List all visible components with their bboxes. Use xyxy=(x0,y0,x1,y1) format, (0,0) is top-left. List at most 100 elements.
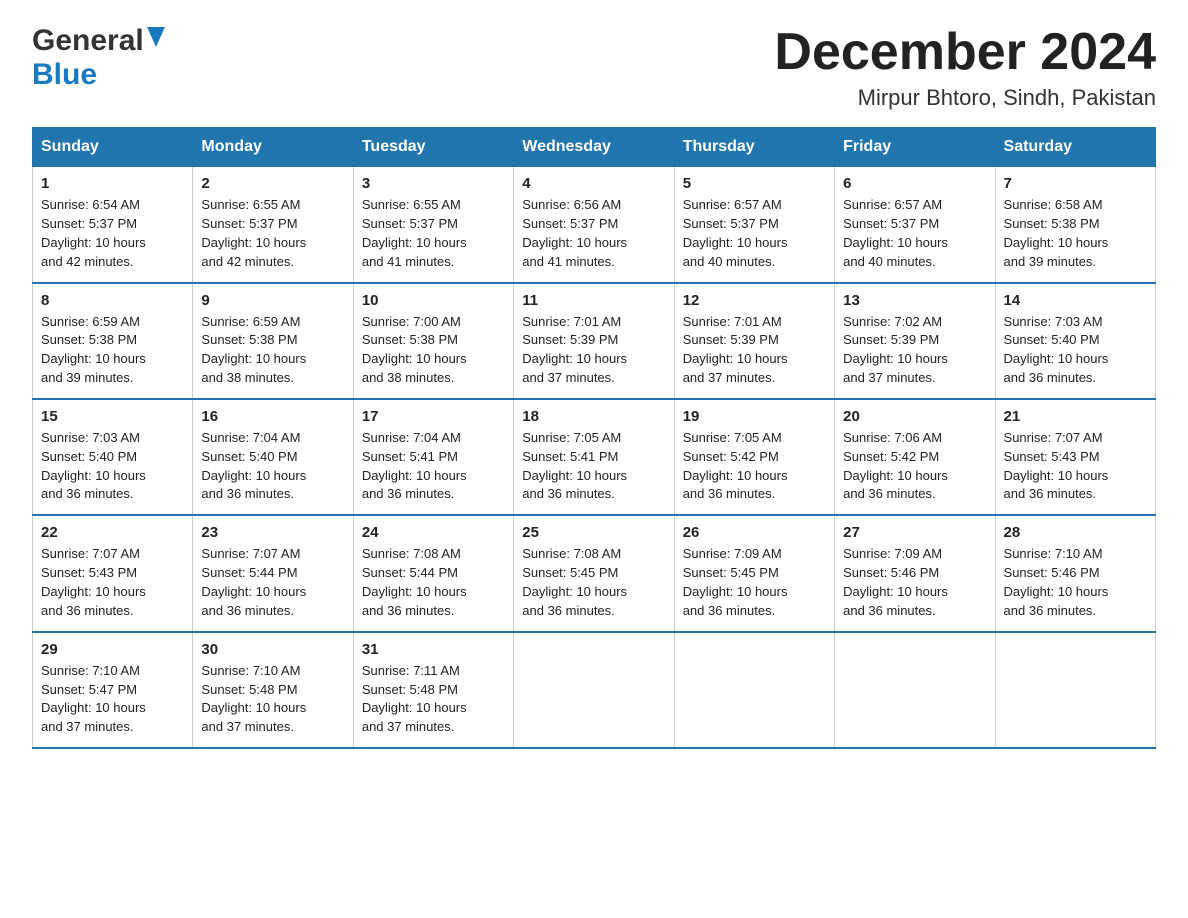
day-info: Sunrise: 7:04 AM Sunset: 5:40 PM Dayligh… xyxy=(201,429,344,504)
calendar-body: 1 Sunrise: 6:54 AM Sunset: 5:37 PM Dayli… xyxy=(33,167,1156,748)
day-info: Sunrise: 7:10 AM Sunset: 5:47 PM Dayligh… xyxy=(41,662,184,737)
calendar-cell: 28 Sunrise: 7:10 AM Sunset: 5:46 PM Dayl… xyxy=(995,515,1155,631)
calendar-cell: 11 Sunrise: 7:01 AM Sunset: 5:39 PM Dayl… xyxy=(514,283,674,399)
calendar-cell: 23 Sunrise: 7:07 AM Sunset: 5:44 PM Dayl… xyxy=(193,515,353,631)
day-info: Sunrise: 6:59 AM Sunset: 5:38 PM Dayligh… xyxy=(201,313,344,388)
day-number: 16 xyxy=(201,408,344,425)
day-info: Sunrise: 7:10 AM Sunset: 5:46 PM Dayligh… xyxy=(1004,545,1147,620)
calendar-cell: 26 Sunrise: 7:09 AM Sunset: 5:45 PM Dayl… xyxy=(674,515,834,631)
day-number: 9 xyxy=(201,292,344,309)
day-info: Sunrise: 7:03 AM Sunset: 5:40 PM Dayligh… xyxy=(1004,313,1147,388)
logo: General Blue xyxy=(32,24,165,92)
day-number: 11 xyxy=(522,292,665,309)
calendar-cell: 22 Sunrise: 7:07 AM Sunset: 5:43 PM Dayl… xyxy=(33,515,193,631)
day-number: 23 xyxy=(201,524,344,541)
day-number: 15 xyxy=(41,408,184,425)
day-number: 26 xyxy=(683,524,826,541)
calendar-cell: 19 Sunrise: 7:05 AM Sunset: 5:42 PM Dayl… xyxy=(674,399,834,515)
day-info: Sunrise: 6:56 AM Sunset: 5:37 PM Dayligh… xyxy=(522,196,665,271)
calendar-cell xyxy=(835,632,995,748)
calendar-cell: 15 Sunrise: 7:03 AM Sunset: 5:40 PM Dayl… xyxy=(33,399,193,515)
calendar-week-row: 29 Sunrise: 7:10 AM Sunset: 5:47 PM Dayl… xyxy=(33,632,1156,748)
day-info: Sunrise: 7:04 AM Sunset: 5:41 PM Dayligh… xyxy=(362,429,505,504)
day-info: Sunrise: 7:08 AM Sunset: 5:44 PM Dayligh… xyxy=(362,545,505,620)
col-thursday: Thursday xyxy=(674,128,834,167)
day-info: Sunrise: 6:55 AM Sunset: 5:37 PM Dayligh… xyxy=(201,196,344,271)
day-info: Sunrise: 6:57 AM Sunset: 5:37 PM Dayligh… xyxy=(843,196,986,271)
calendar-week-row: 8 Sunrise: 6:59 AM Sunset: 5:38 PM Dayli… xyxy=(33,283,1156,399)
calendar-cell: 4 Sunrise: 6:56 AM Sunset: 5:37 PM Dayli… xyxy=(514,167,674,283)
calendar-cell: 12 Sunrise: 7:01 AM Sunset: 5:39 PM Dayl… xyxy=(674,283,834,399)
calendar-cell xyxy=(995,632,1155,748)
calendar-cell: 30 Sunrise: 7:10 AM Sunset: 5:48 PM Dayl… xyxy=(193,632,353,748)
day-number: 27 xyxy=(843,524,986,541)
day-number: 31 xyxy=(362,641,505,658)
day-info: Sunrise: 6:57 AM Sunset: 5:37 PM Dayligh… xyxy=(683,196,826,271)
calendar-cell: 31 Sunrise: 7:11 AM Sunset: 5:48 PM Dayl… xyxy=(353,632,513,748)
day-number: 7 xyxy=(1004,175,1147,192)
day-info: Sunrise: 6:55 AM Sunset: 5:37 PM Dayligh… xyxy=(362,196,505,271)
day-info: Sunrise: 7:01 AM Sunset: 5:39 PM Dayligh… xyxy=(522,313,665,388)
logo-general-text: General xyxy=(32,24,144,58)
calendar-week-row: 15 Sunrise: 7:03 AM Sunset: 5:40 PM Dayl… xyxy=(33,399,1156,515)
day-number: 1 xyxy=(41,175,184,192)
day-info: Sunrise: 7:09 AM Sunset: 5:46 PM Dayligh… xyxy=(843,545,986,620)
month-title: December 2024 xyxy=(774,24,1156,81)
col-monday: Monday xyxy=(193,128,353,167)
page-header: General Blue December 2024 Mirpur Bhtoro… xyxy=(32,24,1156,111)
calendar-cell: 17 Sunrise: 7:04 AM Sunset: 5:41 PM Dayl… xyxy=(353,399,513,515)
day-number: 17 xyxy=(362,408,505,425)
logo-triangle-icon xyxy=(147,27,165,52)
day-number: 12 xyxy=(683,292,826,309)
col-friday: Friday xyxy=(835,128,995,167)
day-number: 10 xyxy=(362,292,505,309)
calendar-week-row: 22 Sunrise: 7:07 AM Sunset: 5:43 PM Dayl… xyxy=(33,515,1156,631)
day-number: 28 xyxy=(1004,524,1147,541)
day-info: Sunrise: 7:05 AM Sunset: 5:42 PM Dayligh… xyxy=(683,429,826,504)
calendar-cell: 6 Sunrise: 6:57 AM Sunset: 5:37 PM Dayli… xyxy=(835,167,995,283)
calendar-cell xyxy=(674,632,834,748)
calendar-cell: 27 Sunrise: 7:09 AM Sunset: 5:46 PM Dayl… xyxy=(835,515,995,631)
day-info: Sunrise: 7:07 AM Sunset: 5:43 PM Dayligh… xyxy=(41,545,184,620)
day-number: 22 xyxy=(41,524,184,541)
day-number: 21 xyxy=(1004,408,1147,425)
day-number: 29 xyxy=(41,641,184,658)
logo-blue-text: Blue xyxy=(32,58,97,92)
day-info: Sunrise: 7:01 AM Sunset: 5:39 PM Dayligh… xyxy=(683,313,826,388)
day-info: Sunrise: 7:03 AM Sunset: 5:40 PM Dayligh… xyxy=(41,429,184,504)
day-number: 20 xyxy=(843,408,986,425)
calendar-cell: 29 Sunrise: 7:10 AM Sunset: 5:47 PM Dayl… xyxy=(33,632,193,748)
col-wednesday: Wednesday xyxy=(514,128,674,167)
calendar-cell: 1 Sunrise: 6:54 AM Sunset: 5:37 PM Dayli… xyxy=(33,167,193,283)
day-info: Sunrise: 7:00 AM Sunset: 5:38 PM Dayligh… xyxy=(362,313,505,388)
calendar-cell: 24 Sunrise: 7:08 AM Sunset: 5:44 PM Dayl… xyxy=(353,515,513,631)
calendar-table: Sunday Monday Tuesday Wednesday Thursday… xyxy=(32,127,1156,749)
calendar-cell: 3 Sunrise: 6:55 AM Sunset: 5:37 PM Dayli… xyxy=(353,167,513,283)
day-number: 8 xyxy=(41,292,184,309)
calendar-cell: 25 Sunrise: 7:08 AM Sunset: 5:45 PM Dayl… xyxy=(514,515,674,631)
calendar-cell: 8 Sunrise: 6:59 AM Sunset: 5:38 PM Dayli… xyxy=(33,283,193,399)
calendar-header-row: Sunday Monday Tuesday Wednesday Thursday… xyxy=(33,128,1156,167)
location-subtitle: Mirpur Bhtoro, Sindh, Pakistan xyxy=(774,85,1156,111)
day-number: 14 xyxy=(1004,292,1147,309)
day-number: 19 xyxy=(683,408,826,425)
calendar-cell xyxy=(514,632,674,748)
calendar-cell: 18 Sunrise: 7:05 AM Sunset: 5:41 PM Dayl… xyxy=(514,399,674,515)
day-info: Sunrise: 7:09 AM Sunset: 5:45 PM Dayligh… xyxy=(683,545,826,620)
col-saturday: Saturday xyxy=(995,128,1155,167)
day-number: 30 xyxy=(201,641,344,658)
calendar-cell: 14 Sunrise: 7:03 AM Sunset: 5:40 PM Dayl… xyxy=(995,283,1155,399)
day-info: Sunrise: 7:07 AM Sunset: 5:44 PM Dayligh… xyxy=(201,545,344,620)
col-tuesday: Tuesday xyxy=(353,128,513,167)
calendar-cell: 2 Sunrise: 6:55 AM Sunset: 5:37 PM Dayli… xyxy=(193,167,353,283)
day-number: 4 xyxy=(522,175,665,192)
calendar-cell: 5 Sunrise: 6:57 AM Sunset: 5:37 PM Dayli… xyxy=(674,167,834,283)
day-info: Sunrise: 7:10 AM Sunset: 5:48 PM Dayligh… xyxy=(201,662,344,737)
calendar-cell: 7 Sunrise: 6:58 AM Sunset: 5:38 PM Dayli… xyxy=(995,167,1155,283)
calendar-week-row: 1 Sunrise: 6:54 AM Sunset: 5:37 PM Dayli… xyxy=(33,167,1156,283)
col-sunday: Sunday xyxy=(33,128,193,167)
calendar-cell: 13 Sunrise: 7:02 AM Sunset: 5:39 PM Dayl… xyxy=(835,283,995,399)
calendar-cell: 10 Sunrise: 7:00 AM Sunset: 5:38 PM Dayl… xyxy=(353,283,513,399)
day-number: 6 xyxy=(843,175,986,192)
day-number: 25 xyxy=(522,524,665,541)
